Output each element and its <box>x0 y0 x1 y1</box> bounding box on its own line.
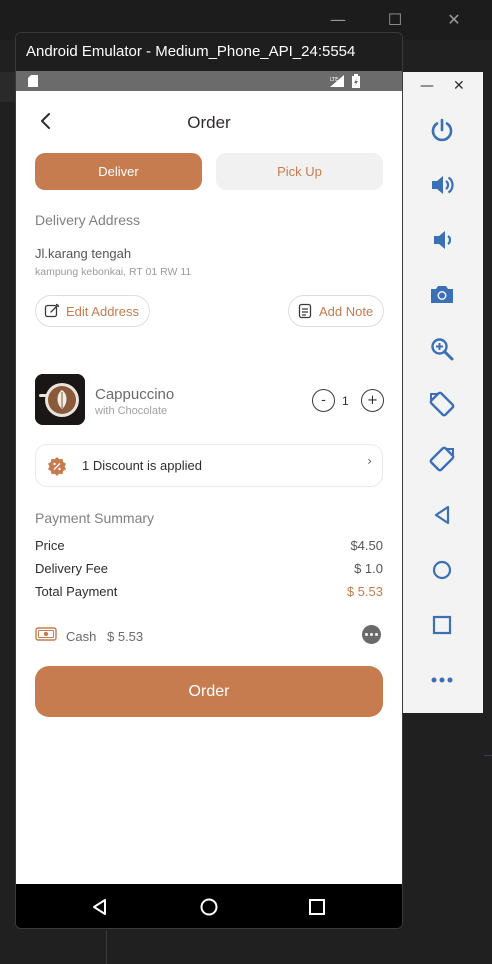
emulator-side-toolbar: — ✕ <box>403 72 483 713</box>
back-icon[interactable] <box>426 499 458 531</box>
battery-icon <box>352 74 360 88</box>
emulator-window-title: Android Emulator - Medium_Phone_API_24:5… <box>16 33 402 71</box>
payment-summary-heading: Payment Summary <box>35 510 155 526</box>
page-title: Order <box>187 113 231 132</box>
background-divider <box>484 755 492 756</box>
quantity-value: 1 <box>342 394 349 408</box>
tab-deliver[interactable]: Deliver <box>35 153 202 190</box>
cash-icon <box>35 627 57 641</box>
product-name: Cappuccino <box>95 386 175 403</box>
toolbar-minimize-icon[interactable]: — <box>420 78 434 94</box>
price-value: $4.50 <box>350 538 383 553</box>
android-nav-bar <box>16 884 402 928</box>
sd-card-icon <box>28 75 38 87</box>
svg-text:LTE: LTE <box>330 77 338 83</box>
background-divider <box>106 930 107 964</box>
address-line: Jl.karang tengah <box>35 246 132 261</box>
rotate-right-icon[interactable] <box>426 443 458 475</box>
product-subtitle: with Chocolate <box>95 405 168 417</box>
discount-banner[interactable]: 1 Discount is applied › <box>35 444 383 487</box>
discount-badge-icon <box>48 457 66 476</box>
order-screen: Order Deliver Pick Up Delivery Address J… <box>16 91 402 884</box>
volume-down-icon[interactable] <box>426 224 458 256</box>
signal-icon: LTE <box>330 75 344 87</box>
delivery-address-heading: Delivery Address <box>35 212 141 228</box>
close-icon[interactable]: ✕ <box>442 8 466 32</box>
edit-address-button[interactable]: Edit Address <box>35 295 150 327</box>
edit-address-label: Edit Address <box>66 303 139 319</box>
zoom-icon[interactable] <box>426 333 458 365</box>
more-options-icon[interactable] <box>426 664 458 696</box>
minimize-icon[interactable]: — <box>326 8 350 32</box>
product-thumbnail <box>35 374 85 425</box>
delivery-fee-value: $ 1.0 <box>354 561 383 576</box>
nav-back-icon[interactable] <box>77 884 123 928</box>
decrease-quantity-button[interactable]: - <box>312 389 335 412</box>
order-button[interactable]: Order <box>35 666 383 717</box>
power-icon[interactable] <box>426 114 458 146</box>
tab-pick-up[interactable]: Pick Up <box>216 153 383 190</box>
android-status-bar: LTE <box>16 71 402 91</box>
camera-icon[interactable] <box>426 278 458 310</box>
price-label: Price <box>35 538 65 553</box>
overview-icon[interactable] <box>426 609 458 641</box>
discount-text: 1 Discount is applied <box>82 458 202 473</box>
increase-quantity-button[interactable]: + <box>361 389 384 412</box>
toolbar-close-icon[interactable]: ✕ <box>453 78 465 94</box>
nav-home-icon[interactable] <box>186 884 232 928</box>
volume-up-icon[interactable] <box>426 169 458 201</box>
chevron-right-icon: › <box>367 454 372 468</box>
payment-method-label: Cash <box>66 629 97 644</box>
total-payment-value: $ 5.53 <box>346 584 383 599</box>
add-note-button[interactable]: Add Note <box>288 295 385 327</box>
edit-icon <box>44 303 60 318</box>
maximize-icon[interactable]: ☐ <box>383 8 407 32</box>
nav-recents-icon[interactable] <box>294 884 340 928</box>
emulator-window: Android Emulator - Medium_Phone_API_24:5… <box>15 32 403 929</box>
home-icon[interactable] <box>426 554 458 586</box>
rotate-left-icon[interactable] <box>426 388 458 420</box>
delivery-fee-label: Delivery Fee <box>35 561 108 576</box>
total-payment-label: Total Payment <box>35 584 118 599</box>
more-dots-icon[interactable] <box>362 625 381 644</box>
add-note-label: Add Note <box>319 303 374 319</box>
payment-method-amount: $ 5.53 <box>107 629 144 644</box>
note-icon <box>298 303 312 319</box>
address-detail: kampung kebonkai, RT 01 RW 11 <box>35 266 192 278</box>
